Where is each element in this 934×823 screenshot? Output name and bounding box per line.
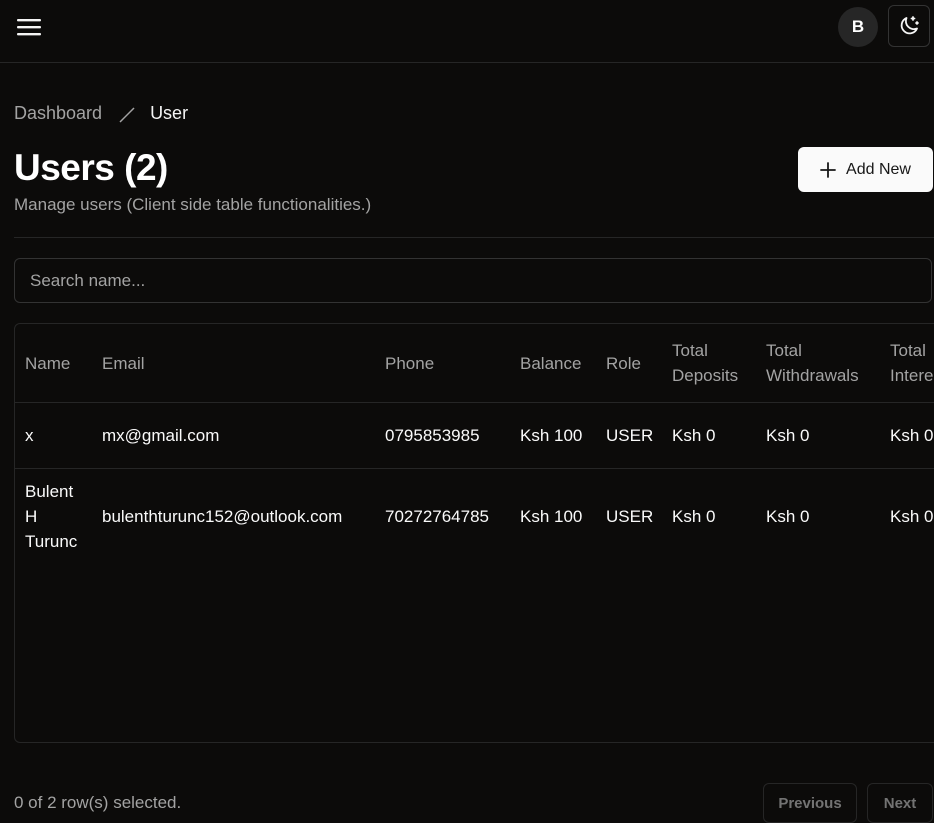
- cell-phone: 0795853985: [385, 426, 480, 445]
- cell-total-interest: Ksh 0: [890, 426, 934, 445]
- column-header-phone[interactable]: Phone: [385, 351, 434, 376]
- cell-balance: Ksh 100: [520, 507, 583, 526]
- header-divider: [15, 402, 934, 403]
- plus-icon: [820, 161, 836, 178]
- cell-email: mx@gmail.com: [102, 426, 220, 445]
- page-subtitle: Manage users (Client side table function…: [14, 195, 372, 214]
- cell-balance: Ksh 100: [520, 426, 583, 445]
- theme-toggle-button[interactable]: [888, 5, 930, 47]
- cell-phone: 70272764785: [385, 507, 490, 526]
- row-divider: [15, 468, 934, 469]
- add-new-button[interactable]: Add New: [798, 147, 933, 192]
- page-title: Users (2): [14, 147, 168, 188]
- moon-stars-icon: [900, 16, 919, 35]
- add-new-label: Add New: [846, 160, 911, 178]
- breadcrumb-item-user: User: [150, 103, 189, 123]
- cell-total-deposits: Ksh 0: [672, 507, 716, 526]
- cell-total-withdrawals: Ksh 0: [766, 426, 810, 445]
- cell-name: Bulent H Turunc: [25, 482, 78, 551]
- column-header-email[interactable]: Email: [102, 351, 145, 376]
- page: B Dashboard User Users (2) Manage users …: [0, 0, 934, 823]
- breadcrumb: Dashboard User: [14, 103, 188, 124]
- cell-email: bulenthturunc152@outlook.com: [102, 507, 343, 526]
- column-header-balance[interactable]: Balance: [520, 351, 581, 376]
- previous-button[interactable]: Previous: [763, 783, 857, 823]
- slash-separator-icon: [118, 105, 136, 123]
- column-header-total-withdrawals[interactable]: Total Withdrawals: [766, 338, 859, 388]
- cell-total-deposits: Ksh 0: [672, 426, 716, 445]
- search-input[interactable]: [14, 258, 932, 303]
- avatar-initial: B: [851, 17, 865, 36]
- top-bar: B: [0, 0, 934, 63]
- column-header-total-deposits[interactable]: Total Deposits: [672, 338, 738, 388]
- cell-total-interest: Ksh 0: [890, 507, 934, 526]
- breadcrumb-item-dashboard[interactable]: Dashboard: [14, 103, 102, 124]
- cell-name: x: [25, 426, 34, 445]
- cell-role: USER: [606, 426, 654, 445]
- column-header-role[interactable]: Role: [606, 351, 641, 376]
- cell-role: USER: [606, 507, 654, 526]
- users-table: Name Email Phone Balance Role Total Depo…: [14, 323, 934, 743]
- hamburger-menu-icon: [17, 19, 41, 36]
- column-header-name[interactable]: Name: [25, 351, 70, 376]
- avatar[interactable]: B: [838, 7, 878, 47]
- cell-total-withdrawals: Ksh 0: [766, 507, 810, 526]
- next-button[interactable]: Next: [867, 783, 933, 823]
- column-header-total-interest[interactable]: Total Interest: [890, 338, 934, 388]
- selection-status: 0 of 2 row(s) selected.: [14, 793, 182, 812]
- divider: [14, 237, 934, 238]
- menu-button[interactable]: [10, 8, 48, 46]
